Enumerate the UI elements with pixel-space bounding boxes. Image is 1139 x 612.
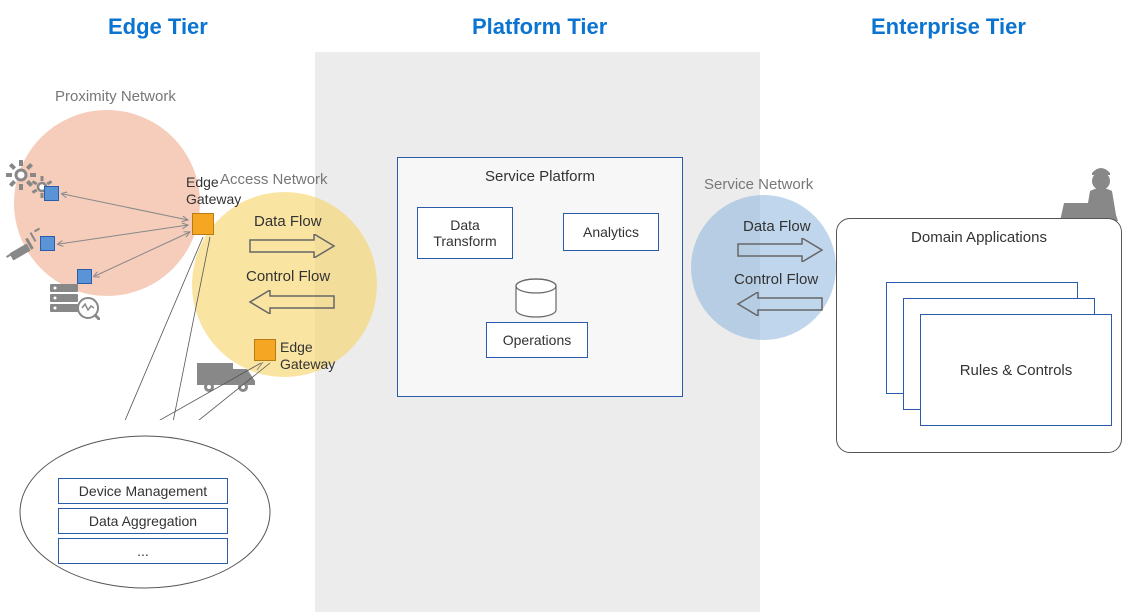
control-flow-arrow xyxy=(248,290,336,314)
service-network-circle xyxy=(691,195,836,340)
platform-tier-header: Platform Tier xyxy=(472,14,607,40)
domain-applications-title: Domain Applications xyxy=(837,229,1121,246)
operations-box: Operations xyxy=(486,322,588,358)
device-management-box: Device Management xyxy=(58,478,228,504)
control-flow-label: Control Flow xyxy=(246,268,330,285)
data-flow-label: Data Flow xyxy=(254,213,322,230)
proximity-connectors xyxy=(0,0,300,420)
service-platform-box: Service Platform xyxy=(397,157,683,397)
data-transform-box: Data Transform xyxy=(417,207,513,259)
data-flow-label: Data Flow xyxy=(743,218,811,235)
rules-controls-box: Rules & Controls xyxy=(920,314,1112,426)
more-capabilities-box: ... xyxy=(58,538,228,564)
data-aggregation-box: Data Aggregation xyxy=(58,508,228,534)
database-icon xyxy=(514,278,558,320)
enterprise-tier-header: Enterprise Tier xyxy=(871,14,1026,40)
service-network-label: Service Network xyxy=(704,176,813,193)
control-flow-arrow xyxy=(736,292,824,316)
data-flow-arrow xyxy=(248,234,336,258)
service-platform-title: Service Platform xyxy=(398,168,682,185)
control-flow-label: Control Flow xyxy=(734,271,818,288)
analytics-box: Analytics xyxy=(563,213,659,251)
data-flow-arrow xyxy=(736,238,824,262)
